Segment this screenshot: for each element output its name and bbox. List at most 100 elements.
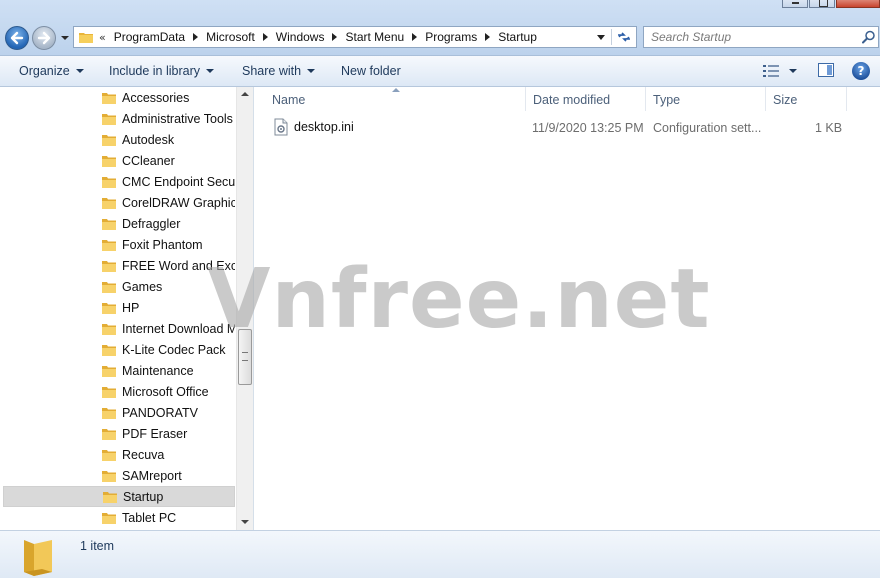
nav-folder-autodesk[interactable]: Autodesk [3, 129, 235, 150]
share-with-label: Share with [242, 64, 302, 78]
nav-folder-startup[interactable]: Startup [3, 486, 235, 507]
nav-folder-coreldraw-graphics[interactable]: CorelDRAW Graphics [3, 192, 235, 213]
nav-folder-label: K-Lite Codec Pack [122, 342, 226, 357]
nav-folder-label: PANDORATV [122, 405, 198, 420]
folder-icon [102, 92, 116, 104]
column-header-name[interactable]: Name [266, 87, 526, 111]
scroll-up-arrow[interactable] [241, 92, 249, 96]
nav-scrollbar[interactable] [236, 87, 253, 530]
nav-folder-pandoratv[interactable]: PANDORATV [3, 402, 235, 423]
chevron-right-icon[interactable] [262, 33, 268, 41]
file-list: Name Date modified Type Size desktop.ini… [255, 87, 880, 530]
scroll-down-arrow[interactable] [241, 520, 249, 524]
nav-folder-label: Maintenance [122, 363, 194, 378]
folder-icon [102, 386, 116, 398]
nav-folder-label: Foxit Phantom [122, 237, 203, 252]
nav-folder-label: Internet Download M [122, 321, 235, 336]
nav-folder-pdf-eraser[interactable]: PDF Eraser [3, 423, 235, 444]
overflow-chevron[interactable]: « [99, 31, 106, 44]
breadcrumb-startup[interactable]: Startup [498, 30, 537, 44]
folder-icon [102, 323, 116, 335]
nav-folder-recuva[interactable]: Recuva [3, 444, 235, 465]
arrow-right-icon [37, 31, 51, 45]
nav-folder-accessories[interactable]: Accessories [3, 87, 235, 108]
maximize-button[interactable] [809, 0, 835, 8]
organize-label: Organize [19, 64, 70, 78]
nav-folder-k-lite-codec-pack[interactable]: K-Lite Codec Pack [3, 339, 235, 360]
file-row[interactable]: desktop.ini 11/9/2020 13:25 PM Configura… [255, 116, 855, 140]
scroll-thumb[interactable] [238, 329, 252, 385]
file-size: 1 KB [815, 121, 843, 135]
nav-folder-label: Microsoft Office [122, 384, 209, 399]
chevron-down-icon[interactable] [789, 69, 797, 73]
breadcrumb-windows[interactable]: Windows [276, 30, 338, 44]
nav-folder-tablet-pc[interactable]: Tablet PC [3, 507, 235, 528]
minimize-button[interactable] [782, 0, 808, 8]
nav-folder-label: Recuva [122, 447, 165, 462]
command-bar: Organize Include in library Share with N… [0, 56, 880, 87]
chevron-right-icon[interactable] [412, 33, 418, 41]
close-button[interactable] [836, 0, 880, 8]
item-count: 1 item [80, 539, 115, 553]
chevron-right-icon[interactable] [485, 33, 491, 41]
nav-folder-foxit-phantom[interactable]: Foxit Phantom [3, 234, 235, 255]
breadcrumb-start-menu[interactable]: Start Menu [345, 30, 418, 44]
nav-folder-microsoft-office[interactable]: Microsoft Office [3, 381, 235, 402]
file-name: desktop.ini [294, 120, 354, 134]
folder-icon [102, 176, 116, 188]
folder-icon [102, 218, 116, 230]
nav-folder-cmc-endpoint-securi[interactable]: CMC Endpoint Securi [3, 171, 235, 192]
preview-pane-button[interactable] [818, 63, 834, 77]
include-in-library-label: Include in library [109, 64, 201, 78]
refresh-icon[interactable] [616, 30, 632, 44]
breadcrumb-programs[interactable]: Programs [425, 30, 491, 44]
forward-button[interactable] [32, 26, 56, 50]
nav-folder-administrative-tools[interactable]: Administrative Tools [3, 108, 235, 129]
address-bar[interactable]: « ProgramData Microsoft Windows Start Me… [73, 26, 637, 48]
folder-icon [79, 33, 93, 43]
nav-folder-label: FREE Word and Excel [122, 258, 235, 273]
folder-icon [102, 155, 116, 167]
search-icon[interactable] [862, 30, 876, 44]
folder-icon [102, 302, 116, 314]
chevron-down-icon [307, 69, 316, 73]
nav-folder-label: Administrative Tools [122, 111, 233, 126]
folder-icon [102, 239, 116, 251]
nav-folder-games[interactable]: Games [3, 276, 235, 297]
recent-pages-dropdown[interactable] [60, 33, 70, 43]
nav-folder-internet-download-m[interactable]: Internet Download M [3, 318, 235, 339]
column-header-date-modified[interactable]: Date modified [527, 87, 646, 111]
nav-folder-ccleaner[interactable]: CCleaner [3, 150, 235, 171]
new-folder-button[interactable]: New folder [341, 64, 401, 78]
nav-folder-label: SAMreport [122, 468, 182, 483]
nav-folder-label: Tablet PC [122, 510, 177, 525]
search-input[interactable] [651, 28, 851, 46]
include-in-library-button[interactable]: Include in library [109, 64, 215, 78]
nav-folder-label: Startup [123, 489, 164, 504]
nav-folder-label: PDF Eraser [122, 426, 188, 441]
nav-folder-samreport[interactable]: SAMreport [3, 465, 235, 486]
nav-folder-defraggler[interactable]: Defraggler [3, 213, 235, 234]
share-with-button[interactable]: Share with [242, 64, 316, 78]
settings-file-icon [274, 118, 288, 136]
nav-folder-maintenance[interactable]: Maintenance [3, 360, 235, 381]
nav-folder-free-word-and-excel[interactable]: FREE Word and Excel [3, 255, 235, 276]
column-header-size[interactable]: Size [767, 87, 847, 111]
column-header-type[interactable]: Type [647, 87, 766, 111]
nav-folder-label: Defraggler [122, 216, 181, 231]
organize-button[interactable]: Organize [19, 64, 84, 78]
help-button[interactable]: ? [852, 62, 870, 80]
breadcrumb-microsoft[interactable]: Microsoft [206, 30, 268, 44]
folder-icon [102, 407, 116, 419]
breadcrumb-programdata[interactable]: ProgramData [114, 30, 199, 44]
window-controls [781, 0, 880, 8]
address-history-dropdown[interactable] [597, 35, 605, 40]
folder-icon [102, 197, 116, 209]
nav-folder-hp[interactable]: HP [3, 297, 235, 318]
chevron-right-icon[interactable] [332, 33, 338, 41]
back-button[interactable] [5, 26, 29, 50]
nav-folder-label: Autodesk [122, 132, 175, 147]
nav-folder-label: Games [122, 279, 163, 294]
change-view-button[interactable] [763, 65, 797, 77]
chevron-right-icon[interactable] [193, 33, 199, 41]
